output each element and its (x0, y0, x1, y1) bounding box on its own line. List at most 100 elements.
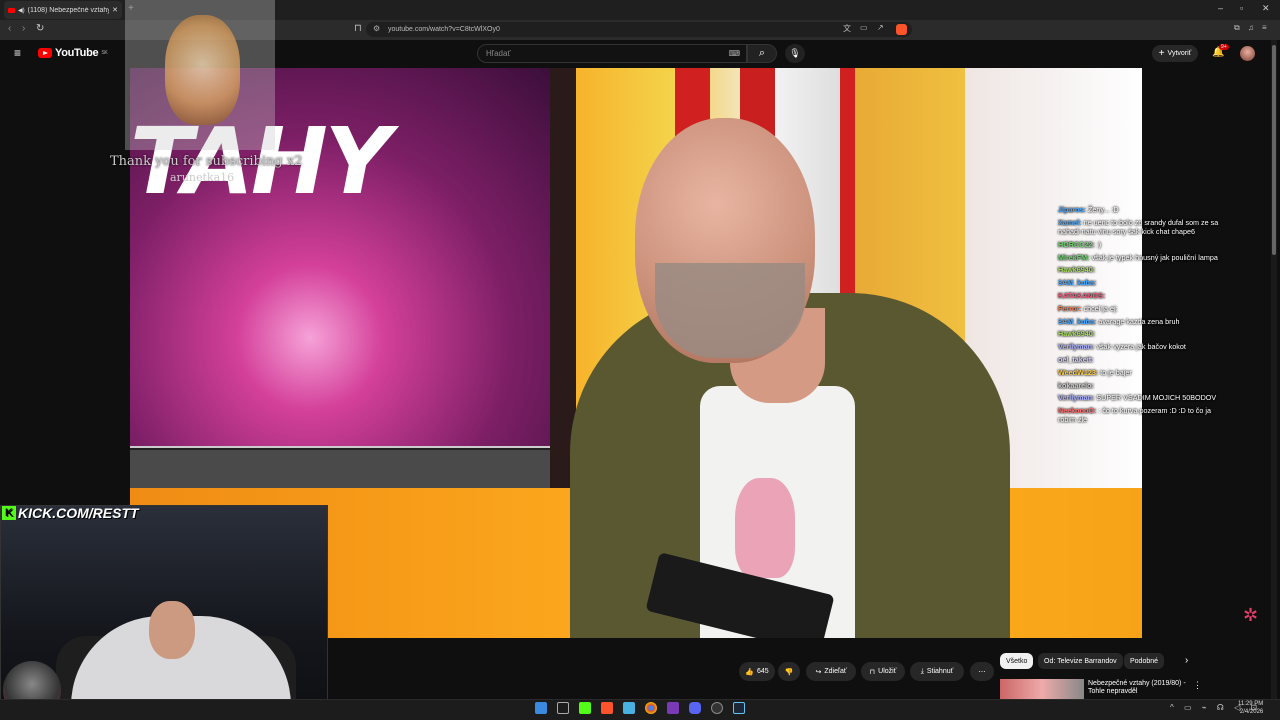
chat-username: 3AM_kuba: (1058, 278, 1097, 288)
menu-icon[interactable]: ≡ (1262, 23, 1267, 32)
search-icon: ⌕ (758, 47, 766, 59)
microphone-icon: 🎙 (789, 48, 801, 58)
back-icon[interactable]: ‹ (8, 23, 11, 34)
clock-date: 2/4/2026 (1239, 709, 1264, 715)
notepad-taskbar-icon[interactable] (623, 702, 635, 714)
more-label: ⋯ (978, 668, 986, 676)
brave-shield-icon[interactable] (896, 24, 907, 35)
chat-message: MirekFM: však je typek hnusný jak poulič… (1058, 253, 1228, 262)
chat-text: to je bajer (1100, 367, 1132, 377)
region-code: SK (101, 50, 108, 56)
chat-username: MirekFM: (1058, 252, 1090, 262)
tab-close-icon[interactable]: ✕ (112, 6, 118, 14)
scrollbar-thumb[interactable] (1272, 45, 1276, 255)
search-button[interactable]: ⌕ (747, 44, 777, 63)
chip-related[interactable]: Podobné (1124, 653, 1165, 669)
keyboard-icon[interactable]: ⌨ (728, 49, 740, 58)
start-button-icon[interactable] (535, 702, 547, 714)
chat-username: Ferror: (1058, 303, 1082, 313)
webcam-streamer-head (149, 601, 195, 659)
account-avatar[interactable] (1240, 46, 1255, 61)
audio-playing-icon[interactable]: ◀) (18, 7, 25, 14)
chat-username: Verilyman: (1058, 393, 1095, 403)
kick-taskbar-icon[interactable] (579, 702, 591, 714)
forward-icon[interactable]: › (22, 23, 25, 34)
chips-next-icon[interactable]: › (1185, 655, 1188, 666)
share-icon: ↪ (815, 668, 822, 676)
create-button[interactable]: + Vytvoriť (1152, 45, 1198, 62)
chat-text: Ženy... :D (1087, 205, 1119, 214)
chat-username: oel_takeit: (1058, 354, 1094, 364)
kick-logo-icon: K (2, 506, 16, 520)
chat-message: Hawk6940: (1058, 329, 1228, 338)
site-info-icon[interactable]: ⚙ (373, 24, 380, 33)
discord-taskbar-icon[interactable] (689, 702, 701, 714)
search-placeholder: Hľadať (486, 49, 511, 58)
save-label: Uložiť (878, 668, 897, 675)
chip-all[interactable]: Všetko (1000, 653, 1034, 669)
chat-message: HORCC22: :) (1058, 240, 1228, 249)
maximize-button[interactable]: ▫ (1240, 3, 1243, 13)
address-bar[interactable]: youtube.com/watch?v=C8tcWlXOy0 (366, 22, 912, 37)
chat-text: :) (1096, 239, 1102, 249)
more-actions-button[interactable]: ⋯ (970, 662, 994, 681)
cast-icon[interactable]: ▭ (860, 23, 868, 32)
tab-title: (1108) Nebezpečné vztahy (2 (27, 6, 110, 14)
app-taskbar-icon[interactable] (667, 702, 679, 714)
like-count: 645 (757, 668, 769, 675)
clock-time: 11:29 PM (1238, 701, 1264, 707)
host-beard (655, 263, 805, 358)
voice-search-button[interactable]: 🎙 (785, 44, 805, 63)
save-icon: ⊓ (869, 668, 876, 676)
media-icon[interactable]: ♫ (1248, 23, 1254, 32)
chat-username: KATAKANOS: (1058, 290, 1106, 300)
thumbs-up-icon: 👍 (745, 668, 755, 676)
steam-taskbar-icon[interactable] (733, 702, 745, 714)
download-icon: ⤓ (920, 667, 924, 675)
reload-icon[interactable]: ↻ (36, 23, 44, 34)
youtube-favicon-icon (8, 7, 15, 13)
system-clock[interactable]: 11:29 PM 2/4/2026 (1238, 700, 1263, 716)
shirt-flamingo-print (735, 478, 795, 578)
chip-from-channel[interactable]: Od: Televize Barrandov (1038, 653, 1123, 669)
related-video-title[interactable]: Nebezpečné vztahy (2019/80) - Tohle nepr… (1088, 680, 1188, 696)
youtube-logo[interactable]: YouTube SK (38, 47, 108, 59)
download-label: Stiahnuť (926, 668, 954, 675)
save-button[interactable]: ⊓ Uložiť (861, 662, 905, 681)
hamburger-menu-icon[interactable]: ≡ (14, 46, 21, 60)
create-label: Vytvoriť (1167, 50, 1192, 57)
minimize-button[interactable]: – (1218, 3, 1223, 13)
chat-text: SUPER VSADIM MOJICH 50BODOV (1096, 393, 1217, 403)
chat-message: Verilyman: však vyzera jak bačov kokot (1058, 342, 1228, 351)
chat-username: 3AM_kuba: (1058, 316, 1097, 326)
chat-username: Verilyman: (1058, 342, 1095, 352)
chat-username: NeekoooO: (1058, 406, 1097, 416)
chat-message: Ferror: chcel ja ej: (1058, 304, 1228, 313)
extensions-icon[interactable]: ⧉ (1234, 23, 1240, 33)
kick-url-text: KICK.COM/RESTT (18, 505, 139, 521)
related-video-menu-icon[interactable]: ⋮ (1193, 680, 1202, 691)
kick-channel-banner: K KICK.COM/RESTT (2, 505, 139, 521)
download-button[interactable]: ⤓ Stiahnuť (910, 662, 964, 681)
brave-taskbar-icon[interactable] (601, 702, 613, 714)
chrome-taskbar-icon[interactable] (645, 702, 657, 714)
chat-text: chcel ja ej: (1083, 303, 1118, 313)
close-window-button[interactable]: ✕ (1262, 3, 1270, 14)
related-video-thumbnail[interactable] (1000, 679, 1084, 699)
bookmark-icon[interactable]: ⊓ (354, 23, 362, 34)
chat-username: WeedW123: (1058, 367, 1099, 377)
share-button[interactable]: ↪ Zdieľať (806, 662, 856, 681)
browser-tab[interactable]: ◀) (1108) Nebezpečné vztahy (2 ✕ (4, 1, 122, 19)
windows-taskbar (0, 699, 1280, 720)
translate-icon[interactable]: 文 (843, 23, 851, 34)
chat-message: NeekoooO: : čo to kurva pozeram :D :D to… (1058, 406, 1228, 424)
task-view-icon[interactable] (557, 702, 569, 714)
dislike-button[interactable]: 👎 (778, 662, 800, 681)
search-input[interactable]: Hľadať ⌨ (477, 44, 747, 63)
chat-message: Verilyman: SUPER VSADIM MOJICH 50BODOV (1058, 393, 1228, 402)
chat-message: Hawk6940: (1058, 265, 1228, 274)
sub-alert-user: arunetka16 (170, 171, 235, 184)
notification-count-badge: 9+ (1219, 44, 1229, 50)
like-button[interactable]: 👍 645 (739, 662, 775, 681)
share-page-icon[interactable]: ↗ (877, 23, 884, 32)
